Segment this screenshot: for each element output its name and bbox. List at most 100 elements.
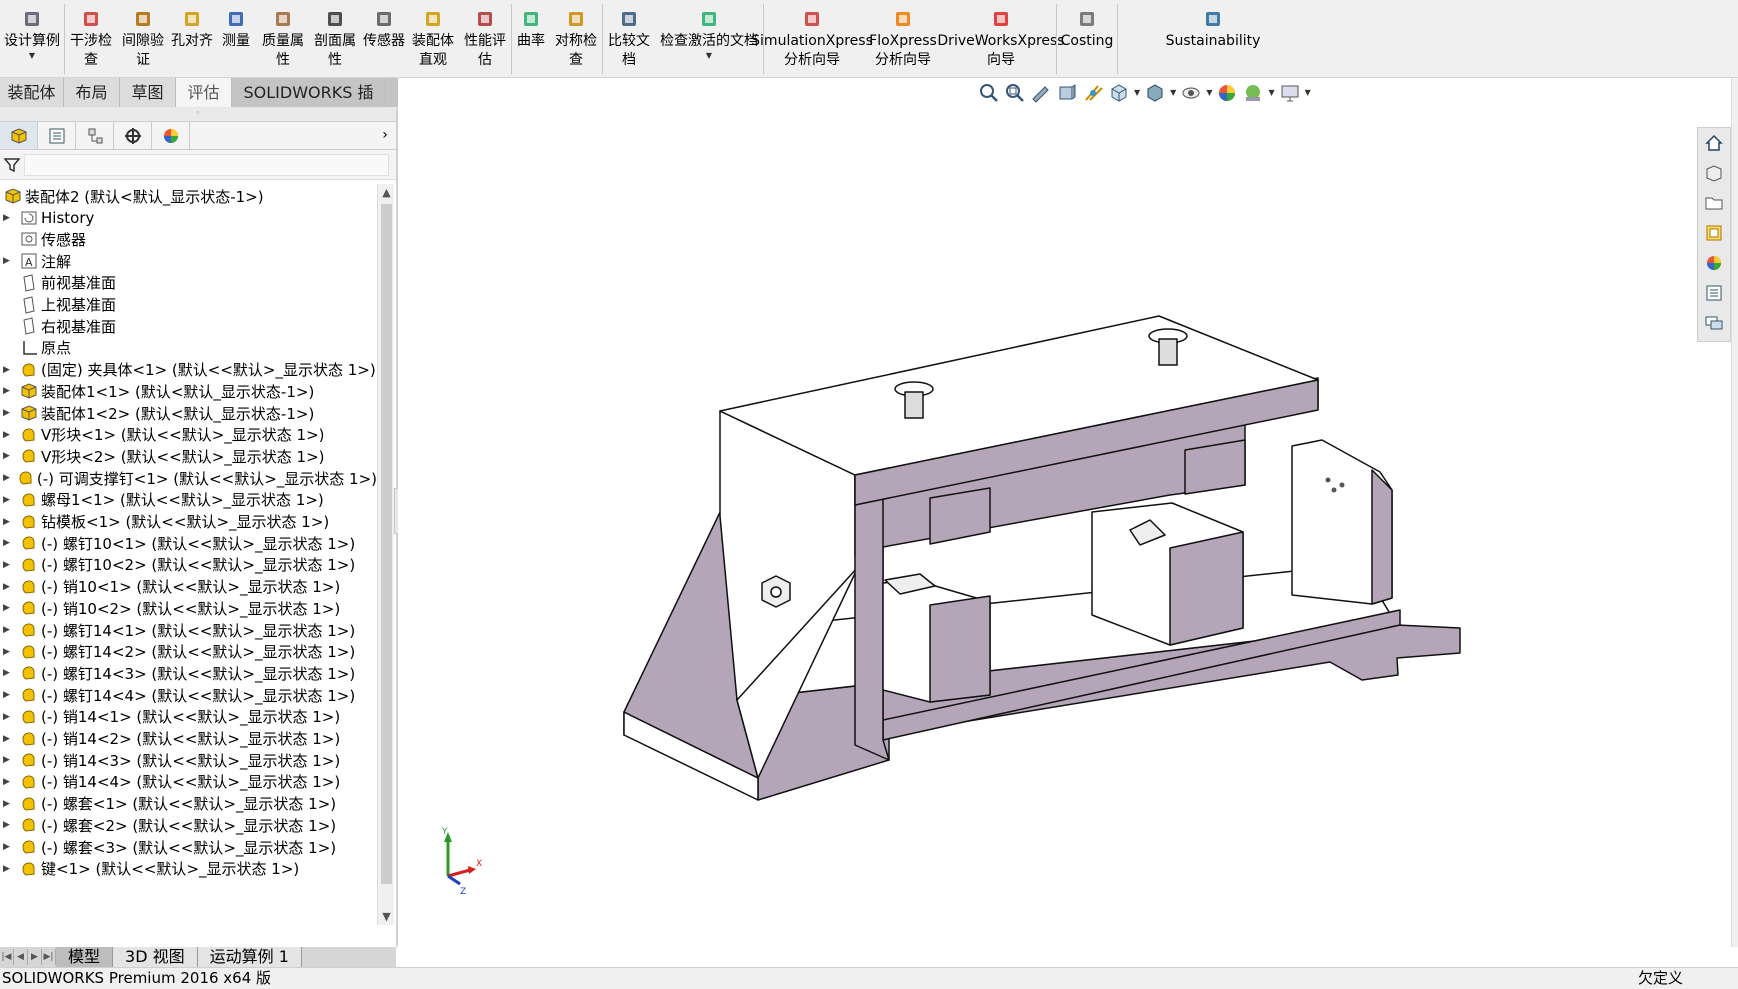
solidworks-resources-tab[interactable]	[1698, 128, 1730, 158]
expand-arrow-icon[interactable]: ▶	[3, 451, 13, 461]
mass-properties-button[interactable]: 质量属 性	[257, 0, 309, 78]
tree-item[interactable]: ▶ (-) 销14<3> (默认<<默认>_显示状态 1>)	[0, 748, 377, 772]
tree-item[interactable]: ▶ (-) 销14<1> (默认<<默认>_显示状态 1>)	[0, 705, 377, 729]
tree-item[interactable]: ▶ (-) 螺钉14<2> (默认<<默认>_显示状态 1>)	[0, 640, 377, 664]
expand-arrow-icon[interactable]: ▶	[3, 560, 13, 570]
expand-arrow-icon[interactable]: ▶	[3, 473, 11, 483]
symmetry-check-button[interactable]: 对称检 查	[550, 0, 602, 78]
assembly-model-3d-view[interactable]	[398, 78, 1720, 947]
tree-item[interactable]: ▶ (-) 螺钉14<1> (默认<<默认>_显示状态 1>)	[0, 618, 377, 642]
chevron-right-icon[interactable]: ›	[374, 122, 396, 149]
costing-button[interactable]: Costing	[1057, 0, 1117, 78]
prev-tab-icon[interactable]: ◀	[14, 949, 28, 965]
simulationxpress-button[interactable]: SimulationXpress 分析向导	[751, 0, 873, 78]
tree-item[interactable]: ▶ (-) 螺套<3> (默认<<默认>_显示状态 1>)	[0, 835, 377, 859]
next-tab-icon[interactable]: ▶	[28, 949, 42, 965]
file-explorer-tab[interactable]	[1698, 188, 1730, 218]
tree-item[interactable]: ▶ (-) 销14<4> (默认<<默认>_显示状态 1>)	[0, 770, 377, 794]
expand-arrow-icon[interactable]: ▶	[3, 820, 13, 830]
tab-1[interactable]: 布局	[64, 78, 120, 107]
scrollbar-thumb[interactable]	[381, 204, 392, 884]
clearance-verification-button[interactable]: 间隙验 证	[117, 0, 169, 78]
dimxpertmanager-tab[interactable]	[114, 122, 152, 149]
expand-arrow-icon[interactable]: ▶	[3, 430, 13, 440]
measure-button[interactable]: 测量	[215, 0, 257, 78]
expand-arrow-icon[interactable]: ▶	[3, 777, 13, 787]
tree-item[interactable]: ▶ (-) 螺钉10<1> (默认<<默认>_显示状态 1>)	[0, 531, 377, 555]
tree-item[interactable]: 右视基准面	[0, 314, 377, 338]
tab-0[interactable]: 装配体	[0, 78, 64, 107]
tab-2[interactable]: 草图	[120, 78, 176, 107]
appearances-tab[interactable]	[1698, 248, 1730, 278]
expand-arrow-icon[interactable]: ▶	[3, 538, 13, 548]
filter-input[interactable]	[24, 153, 389, 176]
compare-documents-button[interactable]: 比较文 档	[603, 0, 655, 78]
expand-arrow-icon[interactable]: ▶	[3, 734, 13, 744]
performance-evaluation-button[interactable]: 性能评 估	[459, 0, 511, 78]
panel-grip[interactable]: ◦	[0, 108, 396, 122]
section-properties-button[interactable]: 剖面属 性	[309, 0, 361, 78]
tree-item[interactable]: ▶ V形块<1> (默认<<默认>_显示状态 1>)	[0, 423, 377, 447]
forum-tab[interactable]	[1698, 308, 1730, 338]
expand-arrow-icon[interactable]: ▶	[3, 582, 13, 592]
first-tab-icon[interactable]: |◀	[0, 949, 14, 965]
tree-item[interactable]: ▶ (-) 螺钉14<3> (默认<<默认>_显示状态 1>)	[0, 661, 377, 685]
tree-item[interactable]: ▶ (-) 螺套<1> (默认<<默认>_显示状态 1>)	[0, 792, 377, 816]
check-active-document-button[interactable]: 检查激活的文档 ▼	[655, 0, 763, 78]
design-library-tab[interactable]	[1698, 158, 1730, 188]
tree-item[interactable]: ▶ 装配体1<1> (默认<默认_显示状态-1>)	[0, 379, 377, 403]
tree-item[interactable]: ▶ (-) 销10<1> (默认<<默认>_显示状态 1>)	[0, 575, 377, 599]
tree-item[interactable]: 原点	[0, 336, 377, 360]
expand-arrow-icon[interactable]: ▶	[3, 864, 13, 874]
expand-arrow-icon[interactable]: ▶	[3, 712, 13, 722]
graphics-area[interactable]: ▼ ▼ ▼ ▼ ▼ Y X Z	[398, 78, 1720, 947]
expand-arrow-icon[interactable]: ▶	[3, 668, 13, 678]
tree-item[interactable]: 上视基准面	[0, 293, 377, 317]
tree-item[interactable]: ▶ 螺母1<1> (默认<<默认>_显示状态 1>)	[0, 488, 377, 512]
design-study-button[interactable]: 设计算例 ▼	[0, 0, 64, 78]
tree-item[interactable]: ▶ 键<1> (默认<<默认>_显示状态 1>)	[0, 857, 377, 881]
tree-item[interactable]: ▶ (-) 可调支撑钉<1> (默认<<默认>_显示状态 1>)	[0, 466, 377, 490]
tree-item[interactable]: ▶ (固定) 夹具体<1> (默认<<默认>_显示状态 1>)	[0, 358, 377, 382]
expand-arrow-icon[interactable]: ▶	[3, 256, 13, 266]
tab-model[interactable]: 模型	[56, 947, 114, 967]
scroll-up-icon[interactable]: ▲	[378, 186, 395, 199]
tab-4[interactable]: SOLIDWORKS 插件	[232, 78, 386, 131]
curvature-button[interactable]: 曲率	[512, 0, 550, 78]
expand-arrow-icon[interactable]: ▶	[3, 625, 13, 635]
chevron-down-icon[interactable]: ▼	[29, 51, 35, 61]
expand-arrow-icon[interactable]: ▶	[3, 517, 13, 527]
tree-item[interactable]: ▶ 钻模板<1> (默认<<默认>_显示状态 1>)	[0, 510, 377, 534]
expand-arrow-icon[interactable]: ▶	[3, 647, 13, 657]
tree-item[interactable]: 前视基准面	[0, 271, 377, 295]
hole-alignment-button[interactable]: 孔对齐	[169, 0, 215, 78]
last-tab-icon[interactable]: ▶|	[42, 949, 56, 965]
expand-arrow-icon[interactable]: ▶	[3, 495, 13, 505]
expand-arrow-icon[interactable]: ▶	[3, 799, 13, 809]
tab-motion-study[interactable]: 运动算例 1	[197, 947, 302, 967]
displaymanager-tab[interactable]	[152, 122, 190, 149]
expand-arrow-icon[interactable]: ▶	[3, 603, 13, 613]
tree-item[interactable]: ▶ (-) 螺钉14<4> (默认<<默认>_显示状态 1>)	[0, 683, 377, 707]
expand-arrow-icon[interactable]: ▶	[3, 365, 13, 375]
tree-scrollbar[interactable]: ▲ ▼	[377, 184, 394, 925]
sustainability-button[interactable]: Sustainability	[1118, 0, 1308, 78]
assembly-visualization-button[interactable]: 装配体 直观	[407, 0, 459, 78]
tree-item[interactable]: ▶ (-) 销14<2> (默认<<默认>_显示状态 1>)	[0, 727, 377, 751]
filter-icon[interactable]	[3, 156, 21, 174]
expand-arrow-icon[interactable]: ▶	[3, 408, 13, 418]
expand-arrow-icon[interactable]: ▶	[3, 842, 13, 852]
tree-item[interactable]: 传感器	[0, 227, 377, 251]
chevron-down-icon[interactable]: ▼	[706, 51, 712, 61]
sensor-button[interactable]: 传感器	[361, 0, 407, 78]
driveworksxpress-button[interactable]: DriveWorksXpress 向导	[937, 0, 1065, 78]
expand-arrow-icon[interactable]: ▶	[3, 690, 13, 700]
expand-arrow-icon[interactable]: ▶	[3, 386, 13, 396]
tree-item[interactable]: ▶ (-) 螺套<2> (默认<<默认>_显示状态 1>)	[0, 813, 377, 837]
interference-check-button[interactable]: 干涉检 查	[65, 0, 117, 78]
view-palette-tab[interactable]	[1698, 218, 1730, 248]
tree-item[interactable]: ▶ History	[0, 206, 377, 230]
tree-item[interactable]: ▶ (-) 销10<2> (默认<<默认>_显示状态 1>)	[0, 596, 377, 620]
tree-item[interactable]: ▶ 装配体1<2> (默认<默认_显示状态-1>)	[0, 401, 377, 425]
tab-3[interactable]: 评估	[176, 78, 232, 107]
